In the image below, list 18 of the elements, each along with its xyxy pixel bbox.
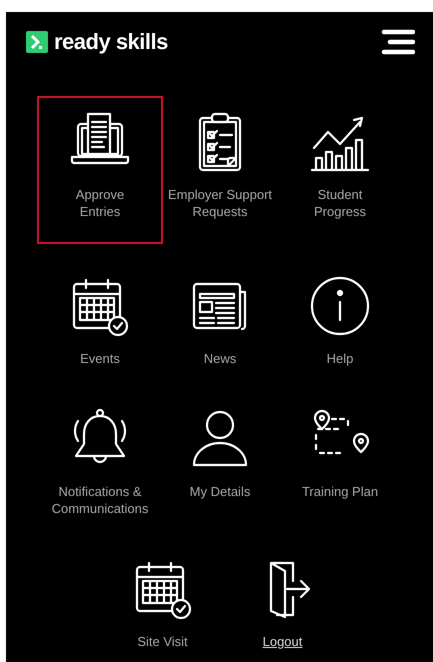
tile-label: Site Visit <box>137 633 188 650</box>
menu-tile[interactable]: Logout <box>222 543 342 660</box>
tile-label: Events <box>80 350 120 367</box>
logo-icon <box>26 31 48 53</box>
tile-label: My Details <box>190 483 250 500</box>
tile-label: Help <box>326 350 354 367</box>
tile-label: Student Progress <box>312 186 368 220</box>
tile-label: Approve Entries <box>74 186 126 220</box>
info-icon <box>308 274 372 338</box>
tile-label: News <box>204 350 236 367</box>
menu-tile[interactable]: Approve Entries <box>37 96 163 244</box>
menu-icon[interactable] <box>381 29 415 55</box>
tile-label: Notifications & Communications <box>50 483 150 517</box>
tile-label: Employer Support Requests <box>166 186 274 220</box>
menu-tile[interactable]: Site Visit <box>102 543 222 660</box>
logout-link[interactable]: Logout <box>262 633 302 650</box>
brand-name: ready skills <box>54 29 168 55</box>
tile-label: Training Plan <box>302 483 378 500</box>
